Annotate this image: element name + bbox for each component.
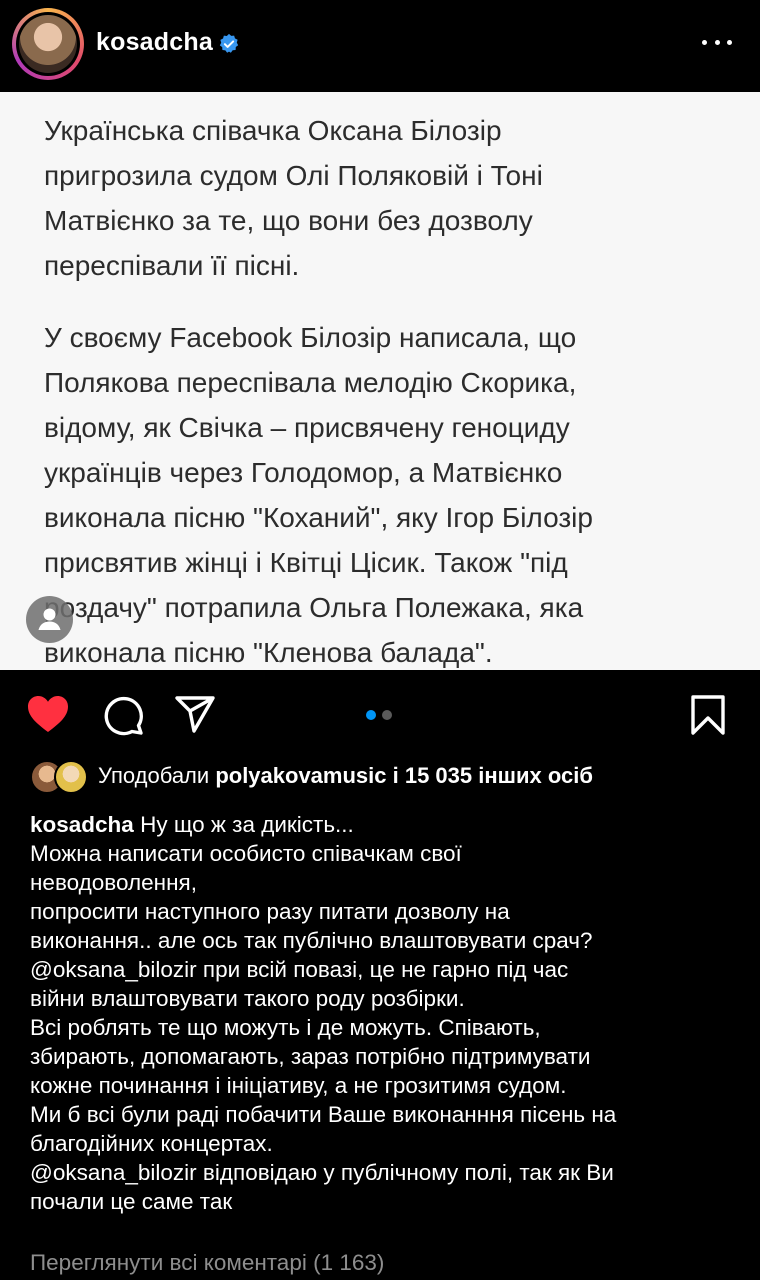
carousel-dot-active [366, 710, 376, 720]
caption-line: попросити наступного разу питати дозволу… [30, 899, 510, 924]
caption-line: збирають, допомагають, зараз потрібно пі… [30, 1044, 591, 1069]
caption-line: війни влаштовувати такого роду розбірки. [30, 986, 465, 1011]
post-header: kosadcha [0, 0, 760, 92]
view-all-comments-link[interactable]: Переглянути всі коментарі (1 163) [30, 1250, 384, 1276]
comment-icon[interactable] [102, 694, 144, 736]
caption-line: виконання.. але ось так публічно влаштов… [30, 928, 593, 953]
caption-line: Всі роблять те що можуть і де можуть. Сп… [30, 1015, 541, 1040]
post-text-line: виконала пісню "Кленова балада". [44, 637, 493, 668]
post-text-line: Полякова переспівала мелодію Скорика, [44, 367, 577, 398]
tagged-users-icon[interactable] [26, 596, 73, 643]
caption-text: Ну що ж за дикість... [140, 812, 354, 837]
action-bar [0, 670, 760, 760]
username[interactable]: kosadcha [96, 28, 213, 57]
post-text-line: У своєму Facebook Білозір написала, що [44, 322, 577, 353]
post-text-line: українців через Голодомор, а Матвієнко [44, 457, 563, 488]
caption-line: благодійних концертах. [30, 1131, 273, 1156]
caption-line: почали це саме так [30, 1189, 233, 1214]
likes-summary[interactable]: Уподобали polyakovamusic і 15 035 інших … [30, 758, 750, 796]
post-text-paragraph-2: У своєму Facebook Білозір написала, що П… [44, 315, 704, 675]
post-text-paragraph-1: Українська співачка Оксана Білозір пригр… [44, 108, 704, 288]
post-caption: kosadcha Ну що ж за дикість... Можна нап… [30, 810, 740, 1216]
verified-badge-icon [219, 33, 239, 53]
caption-line: @oksana_bilozir відповідаю у публічному … [30, 1160, 614, 1185]
post-text-line: переспівали її пісні. [44, 250, 300, 281]
heart-filled-icon[interactable] [26, 694, 70, 734]
profile-avatar[interactable] [12, 8, 84, 80]
post-text-line: Українська співачка Оксана Білозір [44, 115, 502, 146]
carousel-indicator [366, 710, 392, 720]
caption-line: @oksana_bilozir при всій повазі, це не г… [30, 957, 569, 982]
post-text-line: відому, як Свічка – присвячену геноциду [44, 412, 570, 443]
liker-username[interactable]: polyakovamusic [215, 763, 386, 788]
post-text-line: роздачу" потрапила Ольга Полежака, яка [44, 592, 584, 623]
carousel-dot [382, 710, 392, 720]
post-text-line: пригрозила судом Олі Поляковій і Тоні [44, 160, 543, 191]
caption-line: Можна написати особисто співачкам свої [30, 841, 462, 866]
send-icon[interactable] [174, 694, 216, 734]
bookmark-icon[interactable] [690, 694, 726, 736]
post-text-line: Матвієнко за те, що вони без дозволу [44, 205, 533, 236]
post-text-line: присвятив жінці і Квітці Цісик. Також "п… [44, 547, 568, 578]
post-text-line: виконала пісню "Коханий", яку Ігор Білоз… [44, 502, 593, 533]
caption-author[interactable]: kosadcha [30, 812, 134, 837]
liker-avatar [54, 760, 88, 794]
likes-text: Уподобали polyakovamusic і 15 035 інших … [98, 763, 593, 788]
caption-line: кожне починання і ініціативу, а не грози… [30, 1073, 567, 1098]
caption-line: Ми б всі були раді побачити Ваше виконан… [30, 1102, 617, 1127]
more-options-icon[interactable] [702, 36, 732, 48]
caption-line: неводоволення, [30, 870, 197, 895]
post-image[interactable]: Українська співачка Оксана Білозір пригр… [0, 92, 760, 670]
